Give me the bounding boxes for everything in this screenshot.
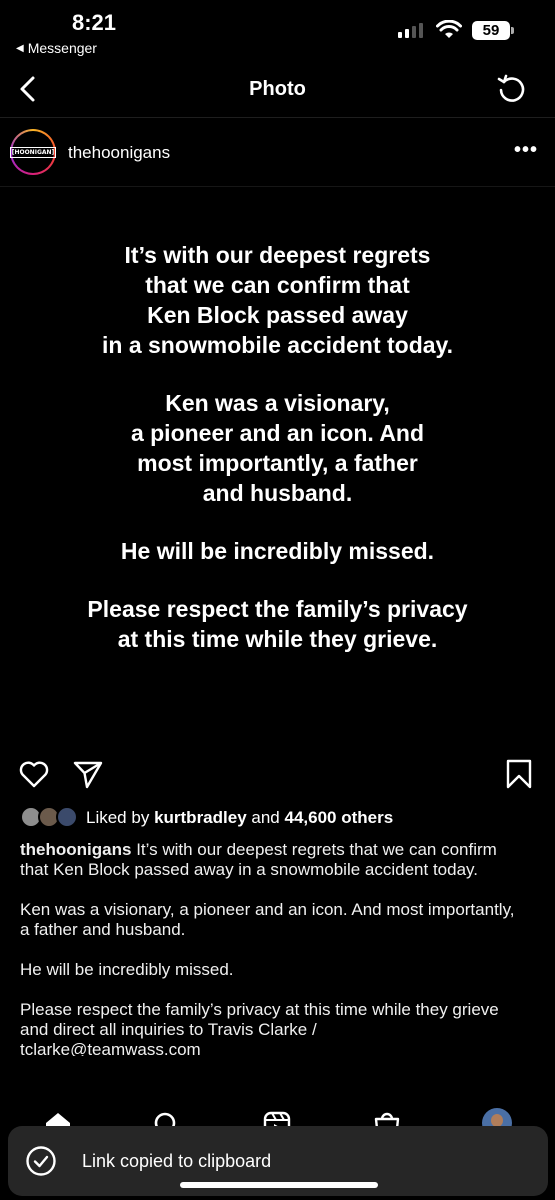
post-caption: thehoonigans It’s with our deepest regre… — [20, 840, 520, 1056]
caption-paragraph-4: Please respect the family’s privacy at t… — [20, 1000, 499, 1039]
wifi-icon — [436, 20, 462, 38]
caption-gap — [20, 940, 520, 960]
hoonigan-logo: [HOONIGAN] — [9, 146, 57, 158]
liker-avatars — [20, 806, 78, 830]
home-indicator[interactable] — [180, 1182, 378, 1188]
more-options-icon[interactable]: ••• — [514, 139, 538, 162]
back-to-app-link[interactable]: ◀ Messenger — [16, 40, 97, 56]
liker-username[interactable]: kurtbradley — [154, 808, 247, 827]
photo-text-paragraph-4: Please respect the family’s privacy at t… — [87, 596, 468, 652]
liker-avatar — [56, 806, 78, 828]
caption-gap — [20, 880, 520, 900]
likes-count[interactable]: 44,600 others — [285, 808, 394, 827]
cellular-signal-icon — [398, 22, 423, 38]
bookmark-icon[interactable] — [503, 758, 535, 790]
heart-icon[interactable] — [18, 758, 50, 790]
toast-message: Link copied to clipboard — [82, 1151, 272, 1171]
page-title: Photo — [249, 78, 306, 100]
top-nav: Photo — [0, 62, 555, 118]
photo-text-paragraph-1: It’s with our deepest regrets that we ca… — [101, 242, 454, 358]
likes-middle: and — [251, 808, 280, 827]
status-bar: 8:21 ◀ Messenger 59 — [0, 0, 555, 62]
photo-text-paragraph-3: He will be incredibly missed. — [120, 538, 435, 564]
battery-indicator: 59 — [472, 21, 510, 40]
post-photo[interactable]: It’s with our deepest regrets that we ca… — [0, 188, 555, 743]
post-actions — [0, 756, 555, 796]
likes-text: Liked by kurtbradley and 44,600 others — [86, 808, 393, 828]
check-circle-icon — [26, 1146, 56, 1176]
caption-username[interactable]: thehoonigans — [20, 840, 131, 859]
caption-gap — [20, 980, 520, 1000]
caption-paragraph-3: He will be incredibly missed. — [20, 960, 234, 979]
send-icon[interactable] — [72, 758, 104, 790]
avatar-inner: [HOONIGAN] — [9, 131, 57, 173]
caption-paragraph-1: thehoonigans It’s with our deepest regre… — [20, 840, 520, 880]
post-username[interactable]: thehoonigans — [68, 143, 170, 163]
likes-row[interactable]: Liked by kurtbradley and 44,600 others — [20, 806, 393, 830]
caption-paragraph-2: Ken was a visionary, a pioneer and an ic… — [20, 900, 515, 939]
back-triangle-icon: ◀ — [16, 42, 24, 54]
back-app-label: Messenger — [27, 40, 97, 56]
caption-paragraph-5: tclarke@teamwass.com — [20, 1040, 201, 1056]
status-time: 8:21 — [72, 10, 117, 35]
avatar[interactable]: [HOONIGAN] — [9, 129, 57, 175]
likes-prefix: Liked by — [86, 808, 150, 827]
post-header: [HOONIGAN] thehoonigans ••• — [0, 119, 555, 187]
battery-tip — [511, 27, 514, 34]
photo-text-paragraph-2: Ken was a visionary, a pioneer and an ic… — [130, 390, 425, 506]
refresh-icon[interactable] — [496, 73, 528, 105]
